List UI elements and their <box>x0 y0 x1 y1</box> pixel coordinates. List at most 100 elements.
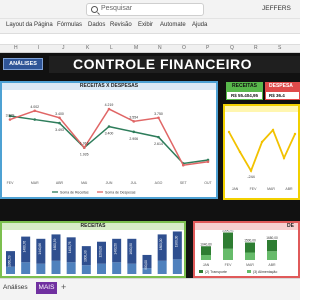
user-name[interactable]: JEFFERS <box>262 5 291 12</box>
bar-base <box>245 252 255 260</box>
despesas-panel[interactable]: DE 1040,60 JAN 2500,01 FEV 1500,00 MAR 1680,00… <box>193 221 300 278</box>
data-label: 1.916 <box>80 142 89 146</box>
data-label: 1440,66 <box>38 243 42 255</box>
tab-exibir[interactable]: Exibir <box>138 22 153 28</box>
x-tick-label: FEV <box>250 187 257 191</box>
data-point <box>181 163 185 167</box>
column-letter[interactable]: L <box>110 45 113 51</box>
receitas-panel[interactable]: RECEITAS 1060,59 1480,76 1440,66 1600,59 140… <box>0 221 186 278</box>
x-tick-label: OUT <box>204 181 212 185</box>
excel-window: Pesquisar JEFFERS Layout da Página Fórmu… <box>0 0 300 300</box>
column-letter[interactable]: S <box>278 45 281 51</box>
bar-base <box>223 248 233 260</box>
search-box[interactable]: Pesquisar <box>86 3 204 16</box>
data-label: 1400,50 <box>114 243 118 255</box>
data-label: 3.400 <box>55 112 64 116</box>
bar-base <box>201 255 211 260</box>
x-tick-label: MAR <box>267 187 275 191</box>
column-letter[interactable]: K <box>86 45 89 51</box>
data-point <box>271 128 275 132</box>
saldo-panel[interactable]: -244 JAN FEV MAR ABR <box>223 104 300 200</box>
bar-base <box>172 259 182 274</box>
data-point <box>157 135 160 139</box>
x-tick-label: MAR <box>246 263 254 267</box>
bar-base <box>127 263 137 274</box>
column-letter[interactable]: J <box>62 45 65 51</box>
data-label: 1800,00 <box>159 238 163 250</box>
x-tick-label: FEV <box>7 181 14 185</box>
x-tick-label: MAI <box>81 181 87 185</box>
bar-base <box>97 263 106 274</box>
data-point <box>260 140 264 144</box>
sheet-tab-mais[interactable]: MAIS <box>36 282 57 294</box>
data-label: 1480,76 <box>23 241 27 253</box>
search-placeholder: Pesquisar <box>101 5 133 12</box>
add-sheet-button[interactable]: + <box>61 282 66 292</box>
x-tick-label: JAN <box>203 263 210 267</box>
data-point <box>107 107 111 111</box>
data-point <box>132 130 136 134</box>
data-point <box>82 146 86 149</box>
receitas-despesas-chart: 3.493 1.926 3.400 2.906 2.614 3.829 4.002 3.400… <box>6 103 213 195</box>
bar-base <box>112 262 122 274</box>
bar-base <box>66 262 76 274</box>
column-letter[interactable]: P <box>206 45 209 51</box>
formula-bar[interactable] <box>0 33 300 45</box>
column-letter[interactable]: Q <box>230 45 234 51</box>
tab-ajuda[interactable]: Ajuda <box>192 22 207 28</box>
column-letter[interactable]: H <box>14 45 18 51</box>
x-tick-label: ABR <box>56 181 64 185</box>
despesas-chart: 1040,60 JAN 2500,01 FEV 1500,00 MAR 1680,00 ABR… <box>199 230 278 274</box>
column-headers: H I J K L M N O P Q R S <box>0 45 300 53</box>
tab-automate[interactable]: Automate <box>160 22 186 28</box>
legend-label: (3) Alimentação <box>253 270 277 274</box>
data-label: 2.906 <box>129 137 138 141</box>
x-tick-label: MAR <box>31 181 39 185</box>
data-label: 2.614 <box>154 142 163 146</box>
bar-top <box>245 242 255 253</box>
data-label: 1600,59 <box>53 238 57 250</box>
data-label: 3.554 <box>129 115 138 119</box>
data-point <box>227 130 231 134</box>
data-label: 1600,50 <box>129 243 133 255</box>
column-letter[interactable]: R <box>254 45 258 51</box>
data-point <box>132 120 136 123</box>
data-point <box>206 160 210 164</box>
dashboard: ANÁLISES CONTROLE FINANCEIRO RECEITAS X … <box>0 53 300 278</box>
ribbon-tabs: Layout da Página Fórmulas Dados Revisão … <box>0 19 300 33</box>
tab-layout[interactable]: Layout da Página <box>6 22 53 28</box>
tab-revisao[interactable]: Revisão <box>110 22 132 28</box>
column-letter[interactable]: M <box>134 45 138 51</box>
panel-title: RECEITAS X DESPESAS <box>2 83 216 90</box>
bar-top <box>223 232 233 249</box>
data-label: 1200,00 <box>99 246 103 258</box>
x-tick-label: ABR <box>285 187 293 191</box>
data-label: 1400,76 <box>68 241 72 253</box>
panel-title: RECEITAS <box>2 223 184 230</box>
data-label: 1680,00 <box>266 236 278 240</box>
column-letter[interactable]: N <box>158 45 162 51</box>
tab-formulas[interactable]: Fórmulas <box>57 22 82 28</box>
sheet-tab-analises[interactable]: Análises <box>3 284 28 291</box>
bar-base <box>21 262 31 274</box>
title-bar: Pesquisar JEFFERS <box>0 0 300 19</box>
column-letter[interactable]: O <box>182 45 186 51</box>
legend-label: (2) Transporte <box>205 270 227 274</box>
tab-dados[interactable]: Dados <box>88 22 105 28</box>
data-label: 1500,00 <box>244 239 256 243</box>
analises-button[interactable]: ANÁLISES <box>3 58 43 70</box>
bar-top <box>267 240 277 252</box>
data-label: 2500,01 <box>222 230 234 233</box>
data-point <box>249 169 253 172</box>
x-tick-label: FEV <box>225 263 232 267</box>
bar-base <box>51 260 61 274</box>
data-point <box>107 125 111 128</box>
x-tick-label: AGO <box>155 181 163 185</box>
x-tick-label: SET <box>180 181 188 185</box>
panel-title: DE <box>195 223 298 230</box>
legend-label: Soma de Despesas <box>105 191 136 195</box>
data-label: 3.400 <box>105 132 114 136</box>
receitas-despesas-panel[interactable]: RECEITAS X DESPESAS 3.493 1.926 3.400 2.906… <box>0 81 218 199</box>
column-letter[interactable]: I <box>38 45 39 51</box>
bar-base <box>267 251 277 260</box>
